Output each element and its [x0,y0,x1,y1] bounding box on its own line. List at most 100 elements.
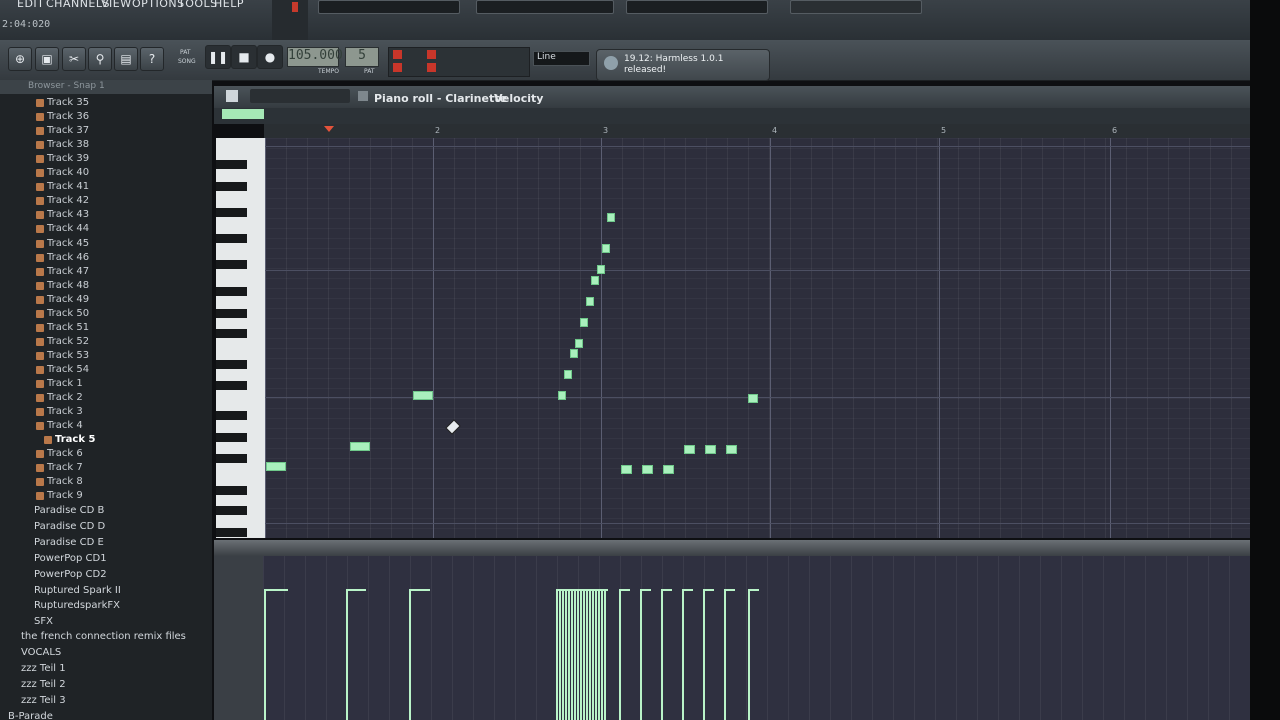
velocity-bar[interactable] [346,590,348,720]
browser-folder-item[interactable]: zzz Teil 2 [21,677,66,693]
note[interactable] [705,445,716,454]
black-key[interactable] [216,381,247,390]
browser-folder-item[interactable]: RupturedsparkFX [34,598,120,614]
browser-folder-item[interactable]: Ruptured Spark II [34,583,121,599]
note[interactable] [413,391,433,400]
browser-track-item[interactable]: Track 41 [47,180,89,194]
velocity-bar[interactable] [619,590,621,720]
browser-track-item[interactable]: Track 2 [47,391,83,405]
browser-folder-item[interactable]: PowerPop CD1 [34,551,107,567]
velocity-bar[interactable] [661,590,663,720]
browser-track-item[interactable]: Track 50 [47,307,89,321]
velocity-bar[interactable] [568,590,570,720]
browser-folder-item[interactable]: zzz Teil 3 [21,693,66,709]
browser-track-item[interactable]: Track 48 [47,279,89,293]
black-key[interactable] [216,506,247,515]
tempo-display[interactable]: 105.000 [287,47,343,67]
playhead-marker[interactable] [324,126,334,132]
metronome-icon[interactable] [393,50,402,59]
note[interactable] [602,244,610,253]
velocity-bar[interactable] [598,590,600,720]
velocity-bar[interactable] [748,590,750,720]
doc-icon[interactable]: ▤ [114,47,138,71]
menu-help[interactable]: HELP [214,0,244,13]
play-button[interactable]: ❚❚ [205,45,231,69]
note-grid[interactable] [265,138,1250,538]
note[interactable] [642,465,653,474]
browser-track-item[interactable]: Track 40 [47,166,89,180]
browser-track-item[interactable]: Track 39 [47,152,89,166]
browser-track-item[interactable]: Track 1 [47,377,83,391]
browser-track-item[interactable]: Track 54 [47,363,89,377]
new-file-icon[interactable]: ⊕ [8,47,32,71]
browser-track-item[interactable]: Track 8 [47,475,83,489]
velocity-bar[interactable] [703,590,705,720]
velocity-bar[interactable] [571,590,573,720]
browser-track-item[interactable]: Track 6 [47,447,83,461]
black-key[interactable] [216,360,247,369]
note[interactable] [597,265,605,274]
browser-track-item[interactable]: Track 37 [47,124,89,138]
browser-track-item[interactable]: Track 4 [47,419,83,433]
browser-track-item[interactable]: Track 3 [47,405,83,419]
browser-folder-item[interactable]: VOCALS [21,645,61,661]
piano-roll-title[interactable]: Piano roll - Clarinette [374,92,507,105]
blend-icon[interactable] [427,63,436,72]
browser-track-item[interactable]: Track 45 [47,237,89,251]
note[interactable] [558,391,566,400]
black-key[interactable] [216,234,247,243]
record-options-panel[interactable] [388,47,530,77]
browser-folder-item[interactable]: PowerPop CD2 [34,567,107,583]
black-key[interactable] [216,433,247,442]
menu-edit[interactable]: EDIT [17,0,44,13]
scroll-overview[interactable] [222,109,264,119]
time-ruler[interactable] [264,124,1250,138]
note[interactable] [266,462,286,471]
velocity-bar[interactable] [580,590,582,720]
velocity-bar[interactable] [586,590,588,720]
black-key[interactable] [216,287,247,296]
record-button[interactable]: ● [257,45,283,69]
menu-options[interactable]: OPTIONS [132,0,185,13]
velocity-bar[interactable] [682,590,684,720]
save-icon[interactable]: ▣ [35,47,59,71]
stop-button[interactable]: ■ [231,45,257,69]
browser-track-item[interactable]: Track 51 [47,321,89,335]
velocity-bar[interactable] [562,590,564,720]
black-key[interactable] [216,182,247,191]
browser-track-item[interactable]: Track 7 [47,461,83,475]
note[interactable] [580,318,588,327]
browser-folder-item[interactable]: zzz Teil 1 [21,661,66,677]
browser-track-item[interactable]: Track 35 [47,96,89,110]
browser-track-item[interactable]: Track 43 [47,208,89,222]
help-icon[interactable]: ? [140,47,164,71]
browser-folder-item[interactable]: Paradise CD D [34,519,105,535]
browser-track-item[interactable]: Track 47 [47,265,89,279]
velocity-bar[interactable] [264,590,266,720]
note[interactable] [726,445,737,454]
master-volume-knob[interactable] [272,0,308,40]
browser-track-item[interactable]: Track 53 [47,349,89,363]
browser-folder-item[interactable]: SFX [34,614,53,630]
velocity-bar[interactable] [565,590,567,720]
note[interactable] [570,349,578,358]
note[interactable] [564,370,572,379]
menu-tools[interactable]: TOOLS [178,0,218,13]
note[interactable] [748,394,758,403]
black-key[interactable] [216,160,247,169]
note[interactable] [607,213,615,222]
velocity-bar[interactable] [589,590,591,720]
event-selector[interactable]: Velocity [494,92,543,105]
velocity-bar[interactable] [592,590,594,720]
black-key[interactable] [216,260,247,269]
black-key[interactable] [216,309,247,318]
search-icon[interactable]: ⚲ [88,47,112,71]
black-key[interactable] [216,486,247,495]
typing-keyboard-icon[interactable] [427,50,436,59]
browser-track-item[interactable]: Track 49 [47,293,89,307]
browser-folder-item[interactable]: Paradise CD B [34,503,104,519]
browser-track-item[interactable]: Track 36 [47,110,89,124]
velocity-bar[interactable] [409,590,411,720]
black-key[interactable] [216,528,247,537]
browser-track-item[interactable]: Track 44 [47,222,89,236]
